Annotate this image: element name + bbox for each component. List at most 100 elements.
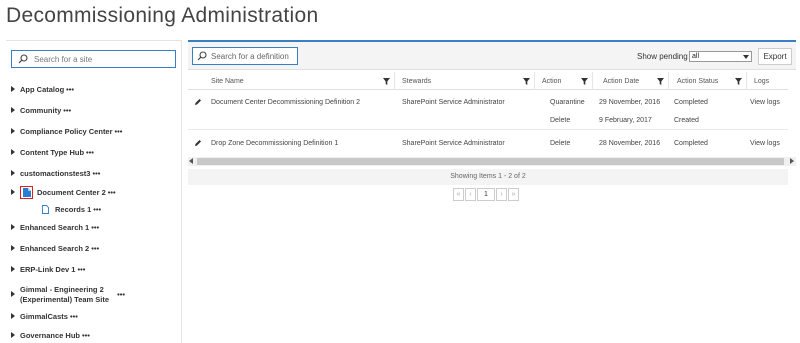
tree-item-customactionstest3[interactable]: customactionstest3 ••• [6,169,100,179]
tree-item-label[interactable]: App Catalog [20,85,64,95]
caret-right-icon[interactable] [6,85,20,92]
more-options-icon[interactable]: ••• [91,244,99,254]
tree-item-label[interactable]: Content Type Hub [20,148,84,158]
scrollbar-thumb[interactable] [197,158,784,165]
filter-icon[interactable] [657,78,664,87]
view-logs-link[interactable]: View logs [750,140,780,147]
action-status-cell: Completed [674,99,708,106]
first-page-button[interactable]: « [453,188,464,201]
horizontal-scrollbar[interactable] [188,157,796,166]
caret-right-icon[interactable] [6,106,20,113]
more-options-icon[interactable]: ••• [82,331,90,341]
pagination: « ‹ 1 › » [453,188,520,201]
tree-item-gimmal-engineering-2[interactable]: Gimmal - Engineering 2 (Experimental) Te… [6,285,125,305]
more-options-icon[interactable]: ••• [117,285,125,300]
tree-item-content-type-hub[interactable]: Content Type Hub ••• [6,148,94,158]
more-options-icon[interactable]: ••• [63,106,71,116]
more-options-icon[interactable]: ••• [108,188,116,198]
show-pending-value: all [692,53,700,60]
more-options-icon[interactable]: ••• [77,265,85,275]
pencil-icon[interactable] [194,98,202,108]
tree-item-gimmalcasts[interactable]: GimmalCasts ••• [6,312,78,322]
caret-right-icon[interactable] [6,188,20,195]
caret-right-icon[interactable] [6,169,20,176]
show-pending-label: Show pending [637,52,688,61]
column-header-action[interactable]: Action [542,78,561,85]
caret-right-icon[interactable] [6,331,20,338]
stewards-cell: SharePoint Service Administrator [402,99,505,106]
column-header-action-date[interactable]: Action Date [603,78,639,85]
caret-right-icon[interactable] [6,265,20,272]
view-logs-link[interactable]: View logs [750,99,780,106]
caret-right-icon[interactable] [6,148,20,155]
action-status-cell: Completed [674,140,708,147]
action-date-cell: 29 November, 2016 [599,99,661,106]
more-options-icon[interactable]: ••• [70,312,78,322]
column-header-action-status[interactable]: Action Status [677,78,718,85]
tree-item-app-catalog[interactable]: App Catalog ••• [6,85,74,95]
tree-item-label[interactable]: Records 1 [55,205,91,215]
column-header-site-name[interactable]: Site Name [211,78,244,85]
prev-page-button[interactable]: ‹ [465,188,476,201]
tree-item-label[interactable]: Enhanced Search 2 [20,244,89,254]
page-title: Decommissioning Administration [6,4,319,27]
more-options-icon[interactable]: ••• [93,205,101,215]
tree-item-erp-link-dev-1[interactable]: ERP-Link Dev 1 ••• [6,265,85,275]
more-options-icon[interactable]: ••• [86,148,94,158]
action-date-cell: 28 November, 2016 [599,140,661,147]
scroll-left-icon[interactable] [189,158,193,164]
filter-icon[interactable] [735,78,742,87]
document-outline-icon [42,205,49,216]
search-icon [16,52,30,66]
next-page-button[interactable]: › [496,188,507,201]
tree-item-label-line1: Gimmal - Engineering 2 [20,285,104,294]
caret-right-icon[interactable] [6,223,20,230]
more-options-icon[interactable]: ••• [92,169,100,179]
definition-search-input[interactable]: Search for a definition [192,47,298,65]
more-options-icon[interactable]: ••• [115,127,123,137]
tree-item-label[interactable]: Document Center 2 [37,188,106,198]
tree-item-enhanced-search-1[interactable]: Enhanced Search 1 ••• [6,223,99,233]
tree-item-label[interactable]: GimmalCasts [20,312,68,322]
tree-item-community[interactable]: Community ••• [6,106,71,116]
current-page-button[interactable]: 1 [477,188,495,201]
tree-item-label[interactable]: Governance Hub [20,331,80,341]
last-page-button[interactable]: » [508,188,519,201]
export-button[interactable]: Export [758,48,792,65]
tree-item-label[interactable]: Enhanced Search 1 [20,223,89,233]
site-search-input[interactable]: Search for a site [11,50,176,68]
pencil-icon[interactable] [194,139,202,149]
table-row[interactable]: Document Center Decommissioning Definiti… [188,94,788,130]
tree-item-compliance-policy-center[interactable]: Compliance Policy Center ••• [6,127,122,137]
filter-icon[interactable] [383,78,390,87]
tree-item-label[interactable]: Gimmal - Engineering 2 (Experimental) Te… [20,285,109,305]
caret-right-icon[interactable] [6,285,20,297]
tree-item-document-center-2[interactable]: Document Center 2 ••• [6,186,116,199]
scroll-right-icon[interactable] [790,158,794,164]
stewards-cell: SharePoint Service Administrator [402,140,505,147]
document-icon [20,186,33,199]
tree-item-label[interactable]: customactionstest3 [20,169,90,179]
show-pending-select[interactable]: all [689,51,752,62]
search-icon [197,51,207,61]
grid-header: Site Name Stewards Action Action Date Ac… [188,72,788,90]
more-options-icon[interactable]: ••• [91,223,99,233]
caret-right-icon[interactable] [6,127,20,134]
table-row[interactable]: Drop Zone Decommissioning Definition 1 S… [188,136,788,156]
column-header-stewards[interactable]: Stewards [402,78,431,85]
filter-icon[interactable] [523,78,530,87]
chevron-down-icon [743,55,749,59]
tree-item-label[interactable]: Community [20,106,61,116]
caret-right-icon[interactable] [6,312,20,319]
tree-item-records-1[interactable]: Records 1 ••• [42,205,101,216]
action-date-cell: 9 February, 2017 [599,117,652,124]
caret-right-icon[interactable] [6,244,20,251]
tree-item-label[interactable]: Compliance Policy Center [20,127,113,137]
more-options-icon[interactable]: ••• [66,85,74,95]
tree-item-label[interactable]: ERP-Link Dev 1 [20,265,75,275]
tree-item-governance-hub[interactable]: Governance Hub ••• [6,331,90,341]
toolbar: Search for a definition Show pending all… [188,42,796,70]
tree-item-label-line2: (Experimental) Team Site [20,295,110,304]
tree-item-enhanced-search-2[interactable]: Enhanced Search 2 ••• [6,244,99,254]
filter-icon[interactable] [581,78,588,87]
